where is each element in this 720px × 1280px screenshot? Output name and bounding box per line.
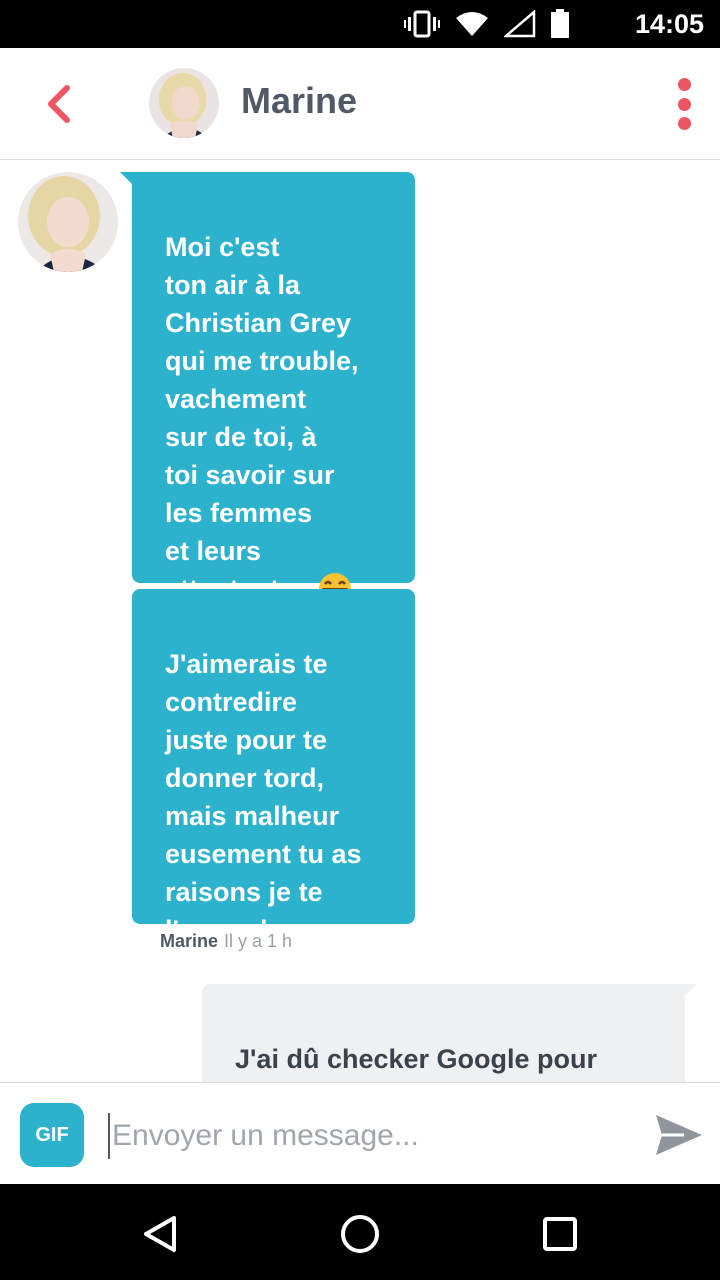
battery-icon	[551, 9, 569, 38]
menu-dot-icon	[677, 97, 691, 111]
message-composer: GIF	[0, 1082, 720, 1184]
menu-dot-icon	[677, 78, 691, 91]
message-text: J'ai dû checker Google pour voir qui éta…	[235, 1044, 598, 1074]
more-options-button[interactable]	[670, 78, 698, 130]
square-recents-icon	[543, 1217, 577, 1251]
incoming-message[interactable]: J'aimerais te contredire juste pour te d…	[132, 589, 415, 945]
avatar-photo	[18, 172, 118, 272]
status-time: 14:05	[634, 9, 704, 39]
send-icon	[656, 1115, 702, 1155]
nav-home-button[interactable]	[338, 1212, 382, 1256]
nav-back-button[interactable]	[138, 1212, 182, 1256]
signal-icon	[504, 10, 536, 38]
meta-time: Il y a 1 h	[224, 931, 293, 951]
chevron-left-icon	[48, 85, 70, 123]
avatar-photo	[149, 68, 219, 138]
wifi-icon	[456, 12, 488, 36]
message-input[interactable]	[108, 1113, 628, 1159]
status-icons	[404, 8, 570, 40]
chat-thread[interactable]: Moi c'est ton air à la Christian Grey qu…	[0, 160, 720, 1082]
meta-sender: Marine	[160, 931, 219, 951]
message-text: Moi c'est ton air à la Christian Grey qu…	[165, 232, 359, 604]
message-meta: Marine Il y a 1 h	[160, 931, 292, 952]
triangle-back-icon	[144, 1216, 176, 1252]
outgoing-message[interactable]: J'ai dû checker Google pour voir qui éta…	[202, 984, 697, 1082]
gif-button[interactable]: GIF	[20, 1103, 84, 1167]
circle-home-icon	[341, 1215, 379, 1253]
contact-name[interactable]: Marine	[241, 80, 357, 122]
chat-header: Marine	[0, 48, 720, 160]
status-bar: 14:05	[0, 0, 720, 48]
menu-dot-icon	[677, 117, 691, 130]
header-avatar[interactable]	[149, 68, 219, 138]
message-text: J'aimerais te contredire juste pour te d…	[165, 649, 362, 945]
system-nav-bar	[0, 1184, 720, 1280]
message-avatar[interactable]	[18, 172, 118, 272]
send-button[interactable]	[654, 1111, 704, 1159]
vibrate-icon	[404, 10, 440, 38]
nav-recent-apps-button[interactable]	[538, 1212, 582, 1256]
back-button[interactable]	[36, 82, 80, 126]
incoming-message[interactable]: Moi c'est ton air à la Christian Grey qu…	[120, 172, 415, 605]
